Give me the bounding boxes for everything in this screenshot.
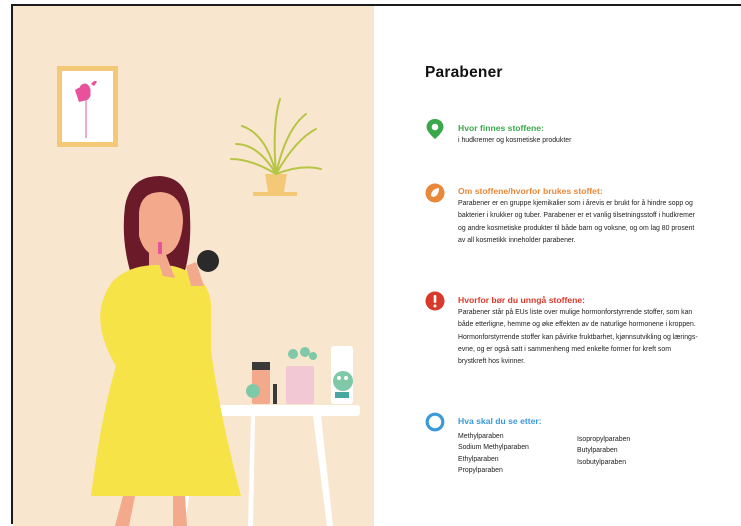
section-body: i hudkremer og kosmetiske produkter [458,137,572,144]
list-item: Ethylparaben [458,455,499,463]
paraben-list-left: Methylparaben Sodium Methylparaben Ethyl… [458,431,529,477]
list-item: Sodium Methylparaben [458,444,529,452]
paraben-list-right: Isopropylparaben Butylparaben Isobutylpa… [577,434,630,468]
list-item: Isopropylparaben [577,436,631,443]
warning-icon [425,291,445,311]
list-item: Propylparaben [458,467,503,475]
illustration-panel [13,6,374,526]
list-item: Isobutylparaben [577,458,627,466]
location-pin-icon [426,119,444,139]
page-title: Parabener [425,64,503,81]
woman-applying-makeup-illustration [57,66,360,526]
section-why-avoid: Hvorfor bør du unngå stoffene: Parabener… [458,295,698,368]
list-item: Butylparaben [577,447,618,455]
plant-shelf-icon [230,98,322,196]
woman-figure-icon [91,176,241,526]
section-about: Om stoffene/hvorfor brukes stoffet: Para… [458,186,698,247]
section-body: Parabener er en gruppe kjemikalier som i… [458,200,695,244]
content-panel: Parabener Hvor finnes stoffene: i hudkre… [375,6,741,526]
section-heading: Hva skal du se etter: [458,416,542,426]
section-where: Hvor finnes stoffene: i hudkremer og kos… [458,123,698,147]
section-look-for: Hva skal du se etter: [458,416,698,428]
ring-icon [425,412,445,432]
leaf-badge-icon [425,183,445,203]
section-heading: Hvorfor bør du unngå stoffene: [458,295,585,305]
list-item: Methylparaben [458,433,504,440]
cosmetics-icon [246,346,353,404]
section-heading: Hvor finnes stoffene: [458,123,544,133]
section-heading: Om stoffene/hvorfor brukes stoffet: [458,186,603,196]
flamingo-picture-icon [57,66,118,147]
section-body: Parabener står på EUs liste over mulige … [458,309,698,366]
